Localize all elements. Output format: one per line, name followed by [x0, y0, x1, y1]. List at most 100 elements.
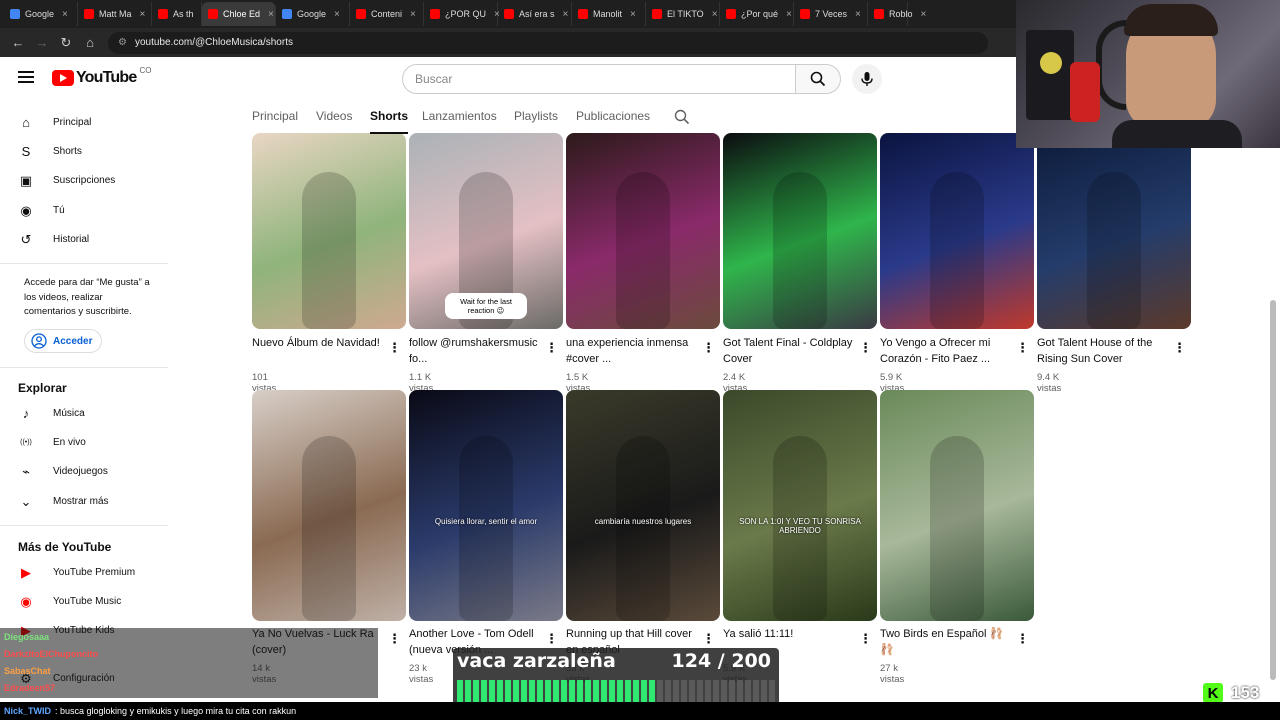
vote-bar-segment	[585, 680, 591, 704]
home-browser-icon[interactable]: ⌂	[78, 35, 102, 50]
short-title[interactable]: Got Talent Final - Coldplay Cover	[723, 335, 853, 367]
vote-bar-segment	[665, 680, 671, 704]
vote-bar-segment	[553, 680, 559, 704]
short-title[interactable]: Yo Vengo a Ofrecer mi Corazón - Fito Pae…	[880, 335, 1010, 367]
menu-icon[interactable]	[18, 71, 34, 83]
tab-publicaciones[interactable]: Publicaciones	[576, 109, 650, 123]
browser-tab[interactable]: Google ×	[276, 2, 350, 26]
sidebar-item-mostrar-m-s[interactable]: ⌄ Mostrar más	[0, 487, 168, 516]
close-tab-icon[interactable]: ×	[630, 9, 636, 20]
sidebar-item-t-[interactable]: ◉ Tú	[0, 196, 168, 225]
reload-icon[interactable]: ↻	[54, 35, 78, 51]
page-scrollbar[interactable]	[1270, 300, 1276, 680]
thumbnail-figure	[616, 172, 670, 329]
close-tab-icon[interactable]: ×	[140, 9, 146, 20]
short-views: 9.4 K vistas	[1037, 372, 1062, 394]
short-thumbnail[interactable]	[880, 390, 1034, 621]
signin-button[interactable]: Acceder	[24, 329, 102, 353]
sidebar-item-suscripciones[interactable]: ▣ Suscripciones	[0, 166, 168, 195]
vote-bar-segment	[713, 680, 719, 704]
more-options-icon[interactable]: ⋮	[702, 341, 715, 355]
browser-tab[interactable]: Roblo ×	[868, 2, 926, 26]
vote-bar-segment	[721, 680, 727, 704]
browser-tab[interactable]: Chloe Ed ×	[202, 2, 276, 26]
address-bar[interactable]: ⚙ youtube.com/@ChloeMusica/shorts	[108, 31, 988, 54]
voice-search-button[interactable]	[852, 64, 882, 94]
search-button[interactable]	[795, 64, 841, 94]
tab-title: Manolit	[593, 9, 623, 19]
more-options-icon[interactable]: ⋮	[702, 632, 715, 646]
short-title[interactable]: Got Talent House of the Rising Sun Cover	[1037, 335, 1167, 367]
close-tab-icon[interactable]: ×	[712, 9, 718, 20]
sidebar-item-youtube-music[interactable]: ◉ YouTube Music	[0, 587, 168, 616]
browser-tab[interactable]: El TIKTO ×	[646, 2, 720, 26]
search-input[interactable]: Buscar	[402, 64, 796, 94]
browser-toolbar: ← → ↻ ⌂ ⚙ youtube.com/@ChloeMusica/short…	[0, 28, 1016, 57]
sidebar-item-youtube-premium[interactable]: ▶ YouTube Premium	[0, 558, 168, 587]
youtube-logo[interactable]: YouTube CO	[52, 66, 151, 87]
close-tab-icon[interactable]: ×	[62, 9, 68, 20]
short-title[interactable]: una experiencia inmensa #cover ...	[566, 335, 696, 367]
close-tab-icon[interactable]: ×	[334, 9, 340, 20]
short-title[interactable]: Two Birds en Español 🩰🩰	[880, 626, 1010, 658]
sidebar-item-videojuegos[interactable]: ⌁ Videojuegos	[0, 457, 168, 486]
tab-videos[interactable]: Videos	[316, 109, 352, 123]
stream-chat-overlay: Diegosaaa DarkzitoElChuponcito SabasChat Ed…	[0, 628, 378, 698]
browser-tab[interactable]: Manolit ×	[572, 2, 646, 26]
short-thumbnail[interactable]: SON LA 1:0I Y VEO TU SONRISA ABRIENDO	[723, 390, 877, 621]
tab-favicon-icon	[874, 9, 884, 19]
close-tab-icon[interactable]: ×	[921, 9, 927, 20]
tab-playlists[interactable]: Playlists	[514, 109, 558, 123]
back-icon[interactable]: ←	[6, 35, 30, 50]
browser-tab[interactable]: Matt Ma ×	[78, 2, 152, 26]
more-options-icon[interactable]: ⋮	[545, 632, 558, 646]
close-tab-icon[interactable]: ×	[786, 9, 792, 20]
more-options-icon[interactable]: ⋮	[859, 632, 872, 646]
short-title[interactable]: Ya salió 11:11!	[723, 626, 853, 642]
short-title[interactable]: Nuevo Álbum de Navidad!	[252, 335, 382, 351]
sidebar-item-historial[interactable]: ↺ Historial	[0, 225, 168, 254]
tab-lanzamientos[interactable]: Lanzamientos	[422, 109, 497, 123]
short-title[interactable]: follow @rumshakersmusic fo...	[409, 335, 539, 367]
browser-tab[interactable]: Google ×	[4, 2, 78, 26]
close-tab-icon[interactable]: ×	[268, 9, 274, 20]
vote-bar-segment	[489, 680, 495, 704]
tab-shorts[interactable]: Shorts	[370, 109, 409, 134]
browser-tab[interactable]: As th×	[152, 2, 207, 26]
sidebar-item-shorts[interactable]: S Shorts	[0, 137, 168, 166]
forward-icon[interactable]: →	[30, 35, 54, 50]
more-options-icon[interactable]: ⋮	[1016, 632, 1029, 646]
tab-principal[interactable]: Principal	[252, 109, 298, 123]
channel-search-icon[interactable]	[674, 109, 690, 130]
tab-favicon-icon	[578, 9, 588, 19]
short-thumbnail[interactable]: Quisiera llorar, sentir el amor	[409, 390, 563, 621]
close-tab-icon[interactable]: ×	[855, 9, 861, 20]
more-options-icon[interactable]: ⋮	[859, 341, 872, 355]
close-tab-icon[interactable]: ×	[410, 9, 416, 20]
short-thumbnail[interactable]	[252, 133, 406, 329]
short-thumbnail[interactable]	[566, 133, 720, 329]
short-thumbnail[interactable]	[880, 133, 1034, 329]
short-thumbnail[interactable]	[723, 133, 877, 329]
site-info-icon[interactable]: ⚙	[118, 37, 127, 48]
browser-tab[interactable]: 7 Veces ×	[794, 2, 868, 26]
vote-bar-segment	[521, 680, 527, 704]
browser-tab[interactable]: Conteni ×	[350, 2, 424, 26]
more-options-icon[interactable]: ⋮	[545, 341, 558, 355]
more-options-icon[interactable]: ⋮	[388, 341, 401, 355]
browser-tab[interactable]: Así era s ×	[498, 2, 572, 26]
short-thumbnail[interactable]	[1037, 133, 1191, 329]
short-thumbnail[interactable]: cambiaría nuestros lugares	[566, 390, 720, 621]
browser-tab[interactable]: ¿Por qué ×	[720, 2, 794, 26]
logo-text: YouTube	[76, 69, 137, 86]
more-options-icon[interactable]: ⋮	[1173, 341, 1186, 355]
browser-tab[interactable]: ¿POR QU ×	[424, 2, 500, 26]
close-tab-icon[interactable]: ×	[563, 9, 569, 20]
short-thumbnail[interactable]: Wait for the last reaction 😉	[409, 133, 563, 329]
short-thumbnail[interactable]	[252, 390, 406, 621]
sidebar-item-en-vivo[interactable]: ((•)) En vivo	[0, 428, 168, 457]
sidebar-item-m-sica[interactable]: ♪ Música	[0, 399, 168, 428]
more-options-icon[interactable]: ⋮	[388, 632, 401, 646]
sidebar-item-principal[interactable]: ⌂ Principal	[0, 108, 168, 137]
more-options-icon[interactable]: ⋮	[1016, 341, 1029, 355]
